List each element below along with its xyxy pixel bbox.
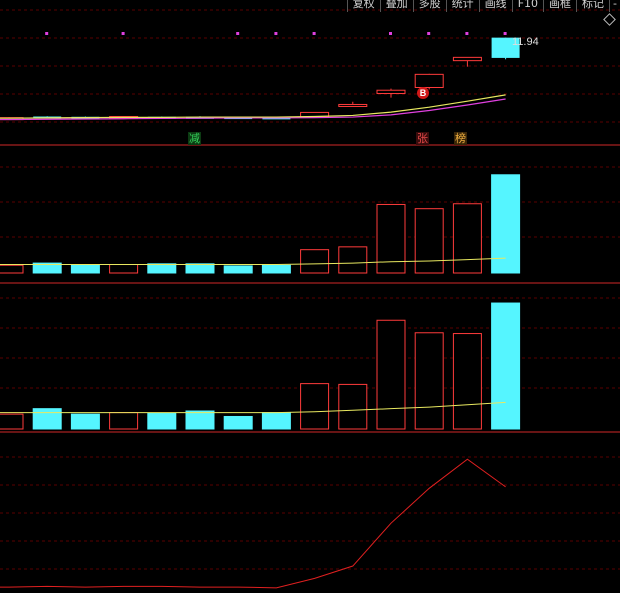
signal-dot xyxy=(389,32,392,35)
statistics-button[interactable]: 统计 xyxy=(445,0,479,12)
signal-dot xyxy=(45,32,49,35)
signal-dot xyxy=(465,32,469,35)
volume-bar xyxy=(70,264,100,274)
amount-bar xyxy=(185,410,215,430)
signal-dot xyxy=(312,32,316,35)
bang-tag[interactable]: 榜 xyxy=(454,132,467,145)
buy-signal-marker[interactable]: B xyxy=(417,87,429,99)
amount-bar xyxy=(147,412,177,430)
volume-bar xyxy=(147,263,177,274)
volume-bar xyxy=(376,203,406,274)
amount-bar xyxy=(261,412,291,430)
amount-bar xyxy=(452,333,482,430)
signal-dot xyxy=(121,32,125,35)
volume-bar xyxy=(0,264,24,274)
volume-bar xyxy=(185,263,215,274)
kline-chart-svg[interactable] xyxy=(0,0,620,593)
volume-bar xyxy=(261,264,291,274)
amount-bar xyxy=(300,383,330,430)
jian-tag[interactable]: 减 xyxy=(188,132,201,145)
mark-button[interactable]: 标记 xyxy=(576,0,609,12)
volume-bar xyxy=(109,264,139,274)
amount-bar xyxy=(376,319,406,430)
volume-bar xyxy=(338,246,368,274)
amount-bar xyxy=(338,383,368,430)
signal-dot xyxy=(236,32,240,35)
volume-bar xyxy=(414,208,444,274)
amount-bar xyxy=(109,412,139,430)
zhang-tag[interactable]: 张 xyxy=(416,132,429,145)
overlay-button[interactable]: 叠加 xyxy=(379,0,413,12)
amount-bar xyxy=(414,332,444,430)
amount-bar xyxy=(32,408,62,430)
amount-bar xyxy=(491,302,521,430)
minimize-button[interactable]: - xyxy=(609,0,620,12)
f10-button[interactable]: F10 xyxy=(511,0,543,12)
multi-stock-button[interactable]: 多股 xyxy=(412,0,446,12)
fuquan-button[interactable]: 复权 xyxy=(346,0,380,12)
toolbar: 复权 叠加 多股 统计 画线 F10 画框 标记 - xyxy=(346,0,620,12)
volume-bar xyxy=(452,203,482,274)
amount-bar xyxy=(70,413,100,430)
signal-dot xyxy=(503,32,507,35)
candle-body xyxy=(414,73,444,88)
candle-body xyxy=(338,103,368,107)
draw-box-button[interactable]: 画框 xyxy=(543,0,576,12)
candle-body xyxy=(376,89,406,95)
amount-bar xyxy=(0,413,24,430)
ma-line-magenta xyxy=(0,98,506,121)
amount-bar xyxy=(223,415,253,430)
ma-line-yellow xyxy=(0,94,506,119)
volume-bar xyxy=(223,265,253,274)
draw-line-button[interactable]: 画线 xyxy=(478,0,512,12)
volume-bar xyxy=(300,249,330,274)
signal-dot xyxy=(427,32,431,35)
signal-dot xyxy=(274,32,278,35)
candle-body xyxy=(452,56,482,62)
high-price-label: 11.94 xyxy=(512,36,539,48)
